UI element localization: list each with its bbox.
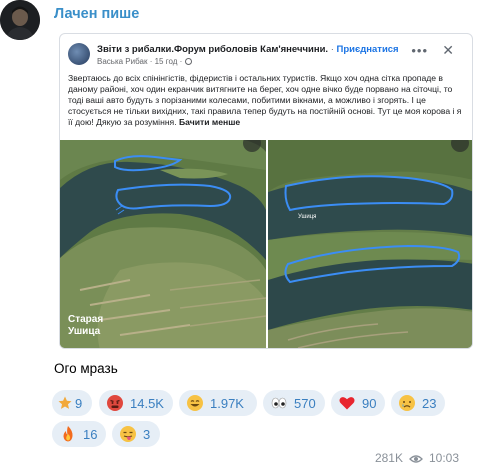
star-icon bbox=[58, 396, 72, 410]
photo-left-caption-2: Ушица bbox=[68, 326, 101, 337]
post-body-text: Звертаюсь до всіх спінінгістів, фідерист… bbox=[68, 73, 462, 128]
photo-left-caption-1: Старая bbox=[68, 314, 103, 325]
reaction-eyes[interactable]: 570 bbox=[263, 390, 325, 416]
reaction-count: 16 bbox=[83, 426, 98, 442]
reply-text: Ого мразь bbox=[54, 361, 118, 376]
reaction-angry[interactable]: 14.5K bbox=[99, 390, 173, 416]
photo-right-label: Ушиця bbox=[298, 214, 316, 220]
reaction-heart[interactable]: 90 bbox=[331, 390, 385, 416]
satellite-photo-right: Ушиця bbox=[268, 140, 472, 348]
satellite-photo-left: Старая Ушица bbox=[60, 140, 266, 348]
message-footer: 281K 10:03 bbox=[375, 451, 459, 465]
post-age: 15 год bbox=[154, 57, 178, 66]
close-icon: ✕ bbox=[442, 42, 454, 58]
embedded-post-screenshot[interactable]: Звіти з рибалки.Форум риболовів Кам'янеч… bbox=[59, 33, 473, 349]
sender-name[interactable]: Лачен пише bbox=[54, 6, 139, 22]
reaction-count: 1.97K bbox=[210, 395, 244, 411]
sender-avatar[interactable] bbox=[0, 0, 40, 40]
grinning-face-icon bbox=[186, 394, 204, 412]
reaction-fire[interactable]: 16 bbox=[52, 421, 106, 447]
eyes-icon bbox=[270, 394, 288, 412]
reaction-count: 90 bbox=[362, 395, 377, 411]
heart-icon bbox=[338, 394, 356, 412]
crying-face-icon bbox=[398, 394, 416, 412]
post-title: Звіти з рибалки.Форум риболовів Кам'янеч… bbox=[97, 44, 399, 55]
reaction-count: 570 bbox=[294, 395, 316, 411]
reaction-star[interactable]: 9 bbox=[52, 390, 92, 416]
globe-icon bbox=[184, 58, 192, 65]
post-header: Звіти з рибалки.Форум риболовів Кам'янеч… bbox=[68, 41, 464, 67]
separator-dot: · bbox=[330, 44, 334, 55]
fire-icon bbox=[59, 425, 77, 443]
join-link: Приєднатися bbox=[336, 44, 399, 55]
reaction-count: 9 bbox=[75, 395, 83, 411]
post-meta: Васька Рибак · 15 год · bbox=[97, 57, 192, 66]
message-time: 10:03 bbox=[428, 451, 459, 465]
tongue-face-icon bbox=[119, 425, 137, 443]
reaction-crying[interactable]: 23 bbox=[391, 390, 445, 416]
message-bubble: Лачен пише Звіти з рибалки.Форум риболов… bbox=[49, 0, 473, 469]
reaction-count: 23 bbox=[422, 395, 437, 411]
post-author: Васька Рибак bbox=[97, 57, 148, 66]
views-count: 281K bbox=[374, 451, 403, 465]
more-options-icon: ••• bbox=[411, 43, 428, 58]
reaction-tongue[interactable]: 3 bbox=[112, 421, 160, 447]
reaction-count: 14.5K bbox=[130, 395, 164, 411]
post-photos: Старая Ушица Ушиця bbox=[60, 140, 472, 348]
reaction-grinning[interactable]: 1.97K bbox=[179, 390, 257, 416]
eye-icon bbox=[409, 453, 423, 463]
angry-face-icon bbox=[106, 394, 124, 412]
group-name: Звіти з рибалки.Форум риболовів Кам'янеч… bbox=[97, 44, 329, 55]
reaction-count: 3 bbox=[143, 426, 151, 442]
group-avatar bbox=[68, 43, 90, 65]
post-body: Звертаюсь до всіх спінінгістів, фідерист… bbox=[68, 73, 468, 128]
see-less-link: Бачити менше bbox=[179, 117, 241, 128]
